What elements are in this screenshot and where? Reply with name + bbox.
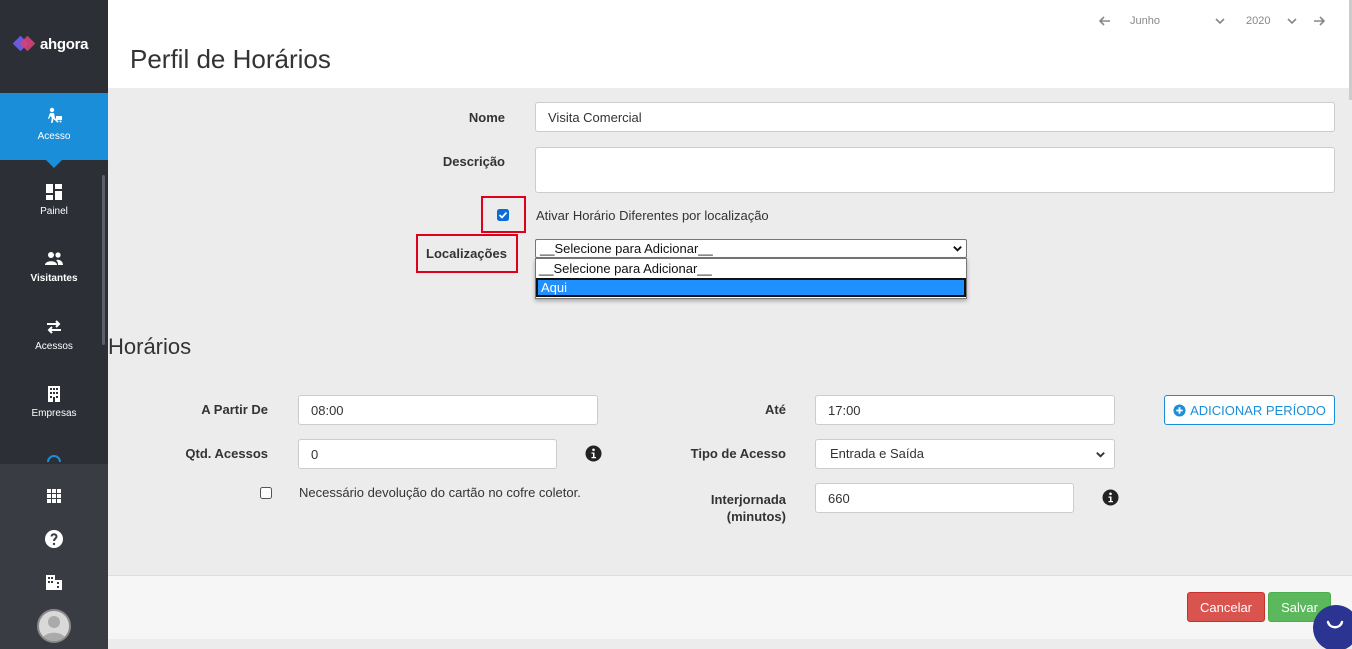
qtd-acessos-input[interactable] (298, 439, 557, 469)
dropdown-option[interactable]: __Selecione para Adicionar__ (536, 259, 966, 278)
building-icon (48, 386, 60, 402)
interjornada-input[interactable] (815, 483, 1074, 513)
nome-label: Nome (468, 110, 505, 125)
nome-input[interactable] (535, 102, 1335, 132)
brand-logo[interactable]: ahgora (12, 34, 89, 54)
descricao-textarea[interactable] (535, 147, 1335, 193)
swap-arrows-icon (47, 320, 61, 334)
sidebar-item-label: Visitantes (30, 273, 78, 284)
company-icon[interactable] (44, 572, 64, 592)
logo-mark-icon (12, 34, 36, 54)
interjornada-label-line1: Interjornada (710, 492, 786, 507)
add-period-label: ADICIONAR PERÍODO (1190, 402, 1326, 418)
chevron-down-icon (953, 246, 962, 252)
tipo-acesso-select[interactable]: Entrada e Saída (815, 439, 1115, 469)
chevron-down-icon[interactable] (1214, 15, 1226, 27)
devolucao-label: Necessário devolução do cartão no cofre … (299, 485, 581, 500)
partial-icon (47, 455, 61, 463)
devolucao-checkbox[interactable] (260, 487, 272, 499)
arrow-left-icon[interactable] (1098, 14, 1112, 28)
ativar-checkbox[interactable] (497, 209, 509, 221)
sidebar-item-label: Acessos (35, 341, 73, 352)
localizacoes-label: Localizações (426, 246, 507, 261)
arrow-right-icon[interactable] (1312, 14, 1326, 28)
user-avatar[interactable] (37, 609, 71, 643)
sidebar-item-acesso[interactable]: Acesso (0, 93, 108, 168)
help-icon[interactable] (44, 529, 64, 549)
qtd-acessos-label: Qtd. Acessos (185, 446, 268, 461)
form-footer (108, 575, 1352, 639)
ate-label: Até (765, 402, 786, 417)
a-partir-label: A Partir De (201, 402, 268, 417)
info-icon[interactable] (585, 445, 602, 462)
user-silhouette-icon (42, 616, 66, 641)
a-partir-input[interactable] (298, 395, 598, 425)
sidebar-item-label: Painel (40, 206, 68, 217)
interjornada-label: Interjornada (minutos) (690, 491, 786, 525)
year-select[interactable]: 2020 (1246, 15, 1270, 27)
brand-name: ahgora (40, 35, 89, 53)
sidebar-item-visitantes[interactable]: Visitantes (0, 249, 108, 284)
plus-circle-icon (1173, 403, 1186, 417)
person-access-icon (48, 107, 62, 123)
add-period-button[interactable]: ADICIONAR PERÍODO (1164, 395, 1335, 425)
tipo-acesso-value: Entrada e Saída (830, 446, 924, 461)
sidebar-scrollbar[interactable] (102, 175, 105, 345)
sidebar-item-label: Acesso (37, 131, 71, 142)
localizacoes-dropdown: __Selecione para Adicionar__ Aqui (535, 258, 967, 299)
chat-smile-icon (1326, 620, 1344, 629)
localizacoes-selected: __Selecione para Adicionar__ (540, 241, 713, 256)
tipo-acesso-label: Tipo de Acesso (690, 446, 786, 461)
dashboard-icon (46, 184, 62, 200)
period-selector: Junho 2020 (1098, 14, 1326, 28)
interjornada-label-line2: (minutos) (726, 509, 786, 524)
apps-grid-icon[interactable] (44, 486, 64, 506)
horarios-title: Horários (108, 334, 192, 359)
sidebar-item-label: Empresas (31, 408, 77, 419)
descricao-label: Descrição (442, 154, 505, 169)
sidebar-item-empresas[interactable]: Empresas (0, 384, 108, 419)
ativar-label: Ativar Horário Diferentes por localizaçã… (536, 208, 769, 223)
sidebar-item-acessos[interactable]: Acessos (0, 317, 108, 352)
localizacoes-select[interactable]: __Selecione para Adicionar__ (535, 239, 967, 258)
ate-input[interactable] (815, 395, 1115, 425)
month-select[interactable]: Junho (1130, 15, 1160, 27)
dropdown-option-highlighted[interactable]: Aqui (536, 278, 966, 297)
chevron-down-icon (1096, 452, 1105, 458)
sidebar-item-painel[interactable]: Painel (0, 182, 108, 217)
page-title: Perfil de Horários (130, 44, 331, 74)
chat-widget-button[interactable] (1313, 605, 1352, 649)
page-header: Perfil de Horários Junho 2020 (108, 0, 1352, 88)
chevron-down-icon[interactable] (1286, 15, 1298, 27)
visitors-icon (45, 252, 63, 265)
cancel-button[interactable]: Cancelar (1187, 592, 1265, 622)
sidebar: ahgora Acesso Painel Visitantes Acessos (0, 0, 108, 649)
info-icon[interactable] (1102, 489, 1119, 506)
